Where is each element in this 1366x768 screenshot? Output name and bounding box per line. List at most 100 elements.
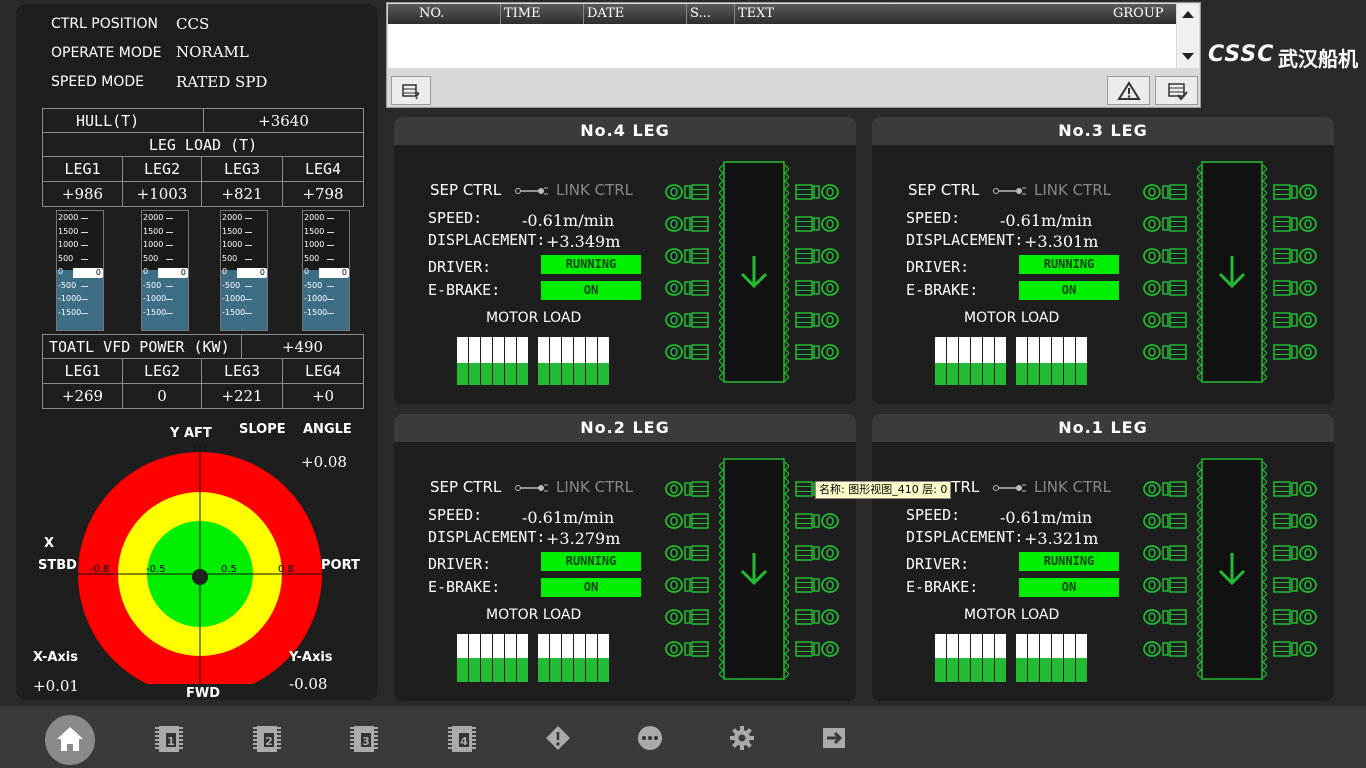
alarm-nav-button[interactable] [534,716,582,760]
toggle-switch-icon[interactable] [514,482,550,494]
leg-panel: No.3 LEG SEP CTRL LINK CTRL SPEED: -0.61m/mi… [872,117,1334,404]
motor-load-bar [550,634,561,682]
motor-load-bar [1076,634,1087,682]
gauge-tick-mark [81,299,88,300]
leg-load-header-2: LEG2 [122,156,202,182]
driver-status-badge: RUNNING [541,552,641,571]
motor-load-fill [505,363,516,385]
gauge-tick-mark [245,245,252,246]
alarm-scrollbar[interactable] [1177,4,1199,68]
leg-title[interactable]: No.1 LEG [872,414,1334,442]
motor-load-fill [517,363,528,385]
e-brake-status-badge: ON [541,281,641,300]
driver-label: DRIVER: [428,258,492,276]
motor-load-bar [481,634,492,682]
motor-load-fill [1064,658,1075,682]
alarm-col-group[interactable]: GROUP [1113,6,1164,21]
motor-icon [1273,513,1317,529]
leg-load-gauge: 2000 1500 1000 500 0 -500 -1000 -1500 0 [220,210,268,331]
e-brake-label: E-BRAKE: [428,281,501,299]
leg2-icon: 2 [253,726,281,752]
motor-load-bar [562,337,573,385]
exit-nav-button[interactable] [810,716,858,760]
leg-title[interactable]: No.2 LEG [394,414,856,442]
leg-title[interactable]: No.4 LEG [394,117,856,145]
vfd-header-2: LEG2 [122,358,202,384]
leg3-nav-button[interactable]: 3 [340,716,388,760]
motor-load-fill [1076,658,1087,682]
toggle-switch-icon[interactable] [514,185,550,197]
settings-nav-button[interactable] [718,716,766,760]
gauge-tick-label: 500 [222,253,238,263]
ctrl-position-value: CCS [176,15,210,33]
tilt-scale-neg08: -0.8 [90,564,110,575]
motor-load-bar [457,337,468,385]
home-button[interactable] [45,715,95,765]
vfd-value-4-text: +0 [311,387,335,405]
alarm-acknowledge-button[interactable] [1107,76,1150,105]
motor-load-bar [550,337,561,385]
motor-icon [795,184,839,200]
leg-panel: No.1 LEGSEP CTRLLINK CTRLSPEED:-0.61m/mi… [872,414,1334,701]
leg4-nav-button[interactable]: 4 [438,716,486,760]
motor-load-fill [971,658,982,682]
scroll-up-icon[interactable] [1182,11,1194,18]
leg-load-header-3: LEG3 [201,156,283,182]
gauge-tick-mark [327,245,334,246]
leg-rack [1197,458,1267,680]
speed-label: SPEED: [428,209,483,227]
sep-ctrl-label[interactable]: SEP CTRL [430,181,501,199]
alarm-col-text[interactable]: TEXT [738,6,774,21]
leg2-nav-button[interactable]: 2 [243,716,291,760]
motor-load-fill [457,363,468,385]
alarm-col-state[interactable]: S... [690,6,711,21]
speed-value: -0.61m/min [1000,211,1093,230]
vfd-value-3: +221 [201,383,283,409]
motor-load-fill [538,658,549,682]
link-ctrl-label[interactable]: LINK CTRL [1034,478,1111,496]
gauge-tick-mark [166,245,173,246]
operate-mode-value: NORAML [176,43,249,61]
link-ctrl-label[interactable]: LINK CTRL [556,478,633,496]
more-nav-button[interactable] [626,716,674,760]
sep-ctrl-label[interactable]: SEP CTRL [908,181,979,199]
alarm-list-button[interactable] [1155,76,1198,105]
alarm-col-no[interactable]: NO. [419,6,444,21]
leg1-nav-button[interactable]: 1 [145,716,193,760]
motor-icon [1273,344,1317,360]
e-brake-status-badge: ON [1019,281,1119,300]
e-brake-status-badge: ON [541,578,641,597]
alarm-config-button[interactable]: ? [391,76,431,105]
leg-title[interactable]: No.3 LEG [872,117,1334,145]
motor-icon [1273,545,1317,561]
motor-load-fill [971,363,982,385]
motor-icon [665,344,709,360]
link-ctrl-label[interactable]: LINK CTRL [556,181,633,199]
alarm-col-time[interactable]: TIME [504,6,541,21]
table-settings-icon: ? [402,84,420,102]
toggle-switch-icon[interactable] [992,185,1028,197]
motor-load-bar [935,337,946,385]
gauge-tick-mark [245,231,252,233]
sep-ctrl-label[interactable]: SEP CTRL [430,478,501,496]
motor-icon [1273,641,1317,657]
x-axis-label: X-Axis [33,650,78,665]
leg3-icon: 3 [350,726,378,752]
alarm-col-date[interactable]: DATE [587,6,624,21]
alarm-list[interactable] [388,24,1176,68]
motor-load-bar [538,337,549,385]
motor-load-fill [457,658,468,682]
motor-icon [795,577,839,593]
motor-load-bar [517,337,528,385]
e-brake-label: E-BRAKE: [906,281,979,299]
scroll-down-icon[interactable] [1182,53,1194,60]
leg-load-header-1-text: LEG1 [64,160,101,178]
gauge-tick-label: 1500 [143,226,164,236]
motor-load-label: MOTOR LOAD [486,310,582,326]
motor-load-bar [505,634,516,682]
motor-icon [795,641,839,657]
link-ctrl-label[interactable]: LINK CTRL [1034,181,1111,199]
motor-load-bar [935,634,946,682]
toggle-switch-icon[interactable] [992,482,1028,494]
motor-load-fill [586,658,597,682]
